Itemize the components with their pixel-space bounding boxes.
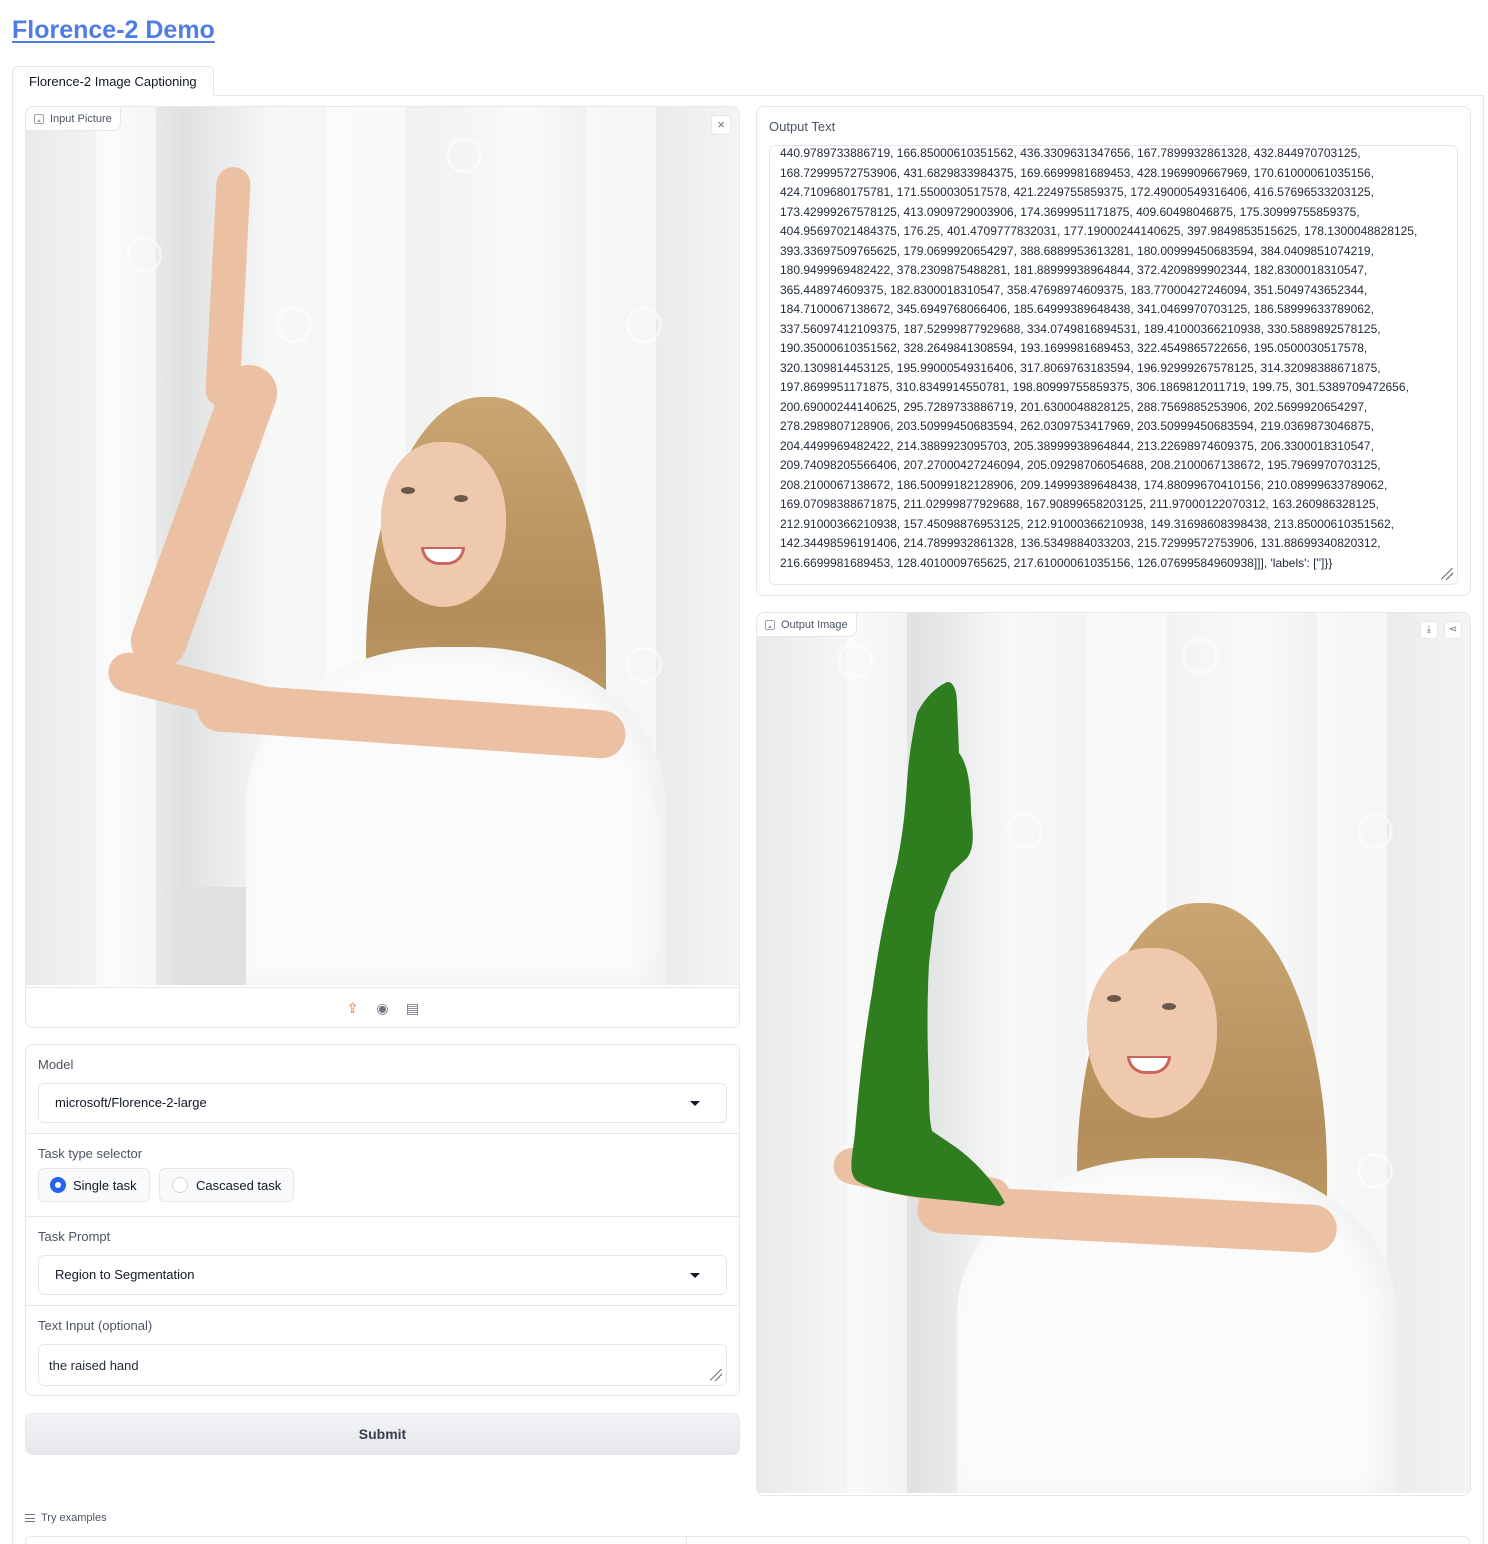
input-image — [26, 107, 739, 985]
settings-card: Model microsoft/Florence-2-large Task ty… — [25, 1044, 740, 1396]
task-prompt-section: Task Prompt Region to Segmentation — [26, 1217, 739, 1306]
output-text-label: Output Text — [769, 119, 836, 134]
radio-cascased-task[interactable]: Cascased task — [159, 1168, 295, 1202]
tab-image-captioning[interactable]: Florence-2 Image Captioning — [12, 66, 214, 96]
list-icon — [25, 1514, 35, 1522]
clipboard-icon[interactable]: ▤ — [404, 999, 422, 1017]
chevron-down-icon — [690, 1273, 700, 1278]
webcam-icon[interactable]: ◉ — [374, 999, 392, 1017]
task-prompt-label: Task Prompt — [38, 1229, 111, 1244]
model-section: Model microsoft/Florence-2-large — [26, 1045, 739, 1134]
examples-table — [25, 1536, 1470, 1544]
output-image — [757, 613, 1470, 1493]
tab-bar: Florence-2 Image Captioning — [12, 66, 1484, 96]
text-input-section: Text Input (optional) the raised hand — [26, 1306, 739, 1397]
segmentation-mask-shape — [851, 681, 1005, 1206]
task-type-label: Task type selector — [38, 1146, 143, 1161]
input-picture-block[interactable]: Input Picture × ⇪ ◉ ▤ — [25, 106, 740, 1028]
output-text-block: Output Text 440.9789733886719, 166.85000… — [756, 106, 1471, 596]
app-title[interactable]: Florence-2 Demo — [12, 16, 215, 45]
radio-dot-icon — [51, 1178, 65, 1192]
task-prompt-value: Region to Segmentation — [55, 1267, 195, 1282]
share-icon[interactable]: ⋖ — [1444, 621, 1462, 639]
output-text-content: 440.9789733886719, 166.85000610351562, 4… — [780, 146, 1418, 570]
task-prompt-dropdown[interactable]: Region to Segmentation — [38, 1255, 727, 1295]
model-label: Model — [38, 1057, 74, 1072]
upload-icon[interactable]: ⇪ — [344, 999, 362, 1017]
radio-single-task[interactable]: Single task — [38, 1168, 150, 1202]
submit-button[interactable]: Submit — [25, 1413, 740, 1455]
text-input-field[interactable]: the raised hand — [38, 1344, 727, 1386]
text-input-label: Text Input (optional) — [38, 1318, 153, 1333]
chevron-down-icon — [690, 1101, 700, 1106]
output-image-block: Output Image ⤓ ⋖ — [756, 612, 1471, 1496]
input-picture-label: Input Picture — [26, 107, 121, 131]
model-value: microsoft/Florence-2-large — [55, 1095, 207, 1110]
download-icon[interactable]: ⤓ — [1420, 621, 1438, 639]
image-icon — [765, 619, 775, 630]
output-text-area[interactable]: 440.9789733886719, 166.85000610351562, 4… — [769, 145, 1458, 585]
resize-handle-icon[interactable] — [710, 1369, 722, 1381]
task-type-section: Task type selector Single task Cascased … — [26, 1134, 739, 1217]
image-icon — [34, 113, 44, 124]
try-examples-header[interactable]: Try examples — [25, 1512, 107, 1524]
clear-image-button[interactable]: × — [711, 115, 731, 135]
segmentation-mask — [851, 681, 1005, 1206]
model-dropdown[interactable]: microsoft/Florence-2-large — [38, 1083, 727, 1123]
image-source-row: ⇪ ◉ ▤ — [26, 987, 739, 1027]
resize-handle-icon[interactable] — [1441, 568, 1453, 580]
output-image-label: Output Image — [757, 613, 857, 637]
radio-dot-icon — [172, 1177, 188, 1193]
